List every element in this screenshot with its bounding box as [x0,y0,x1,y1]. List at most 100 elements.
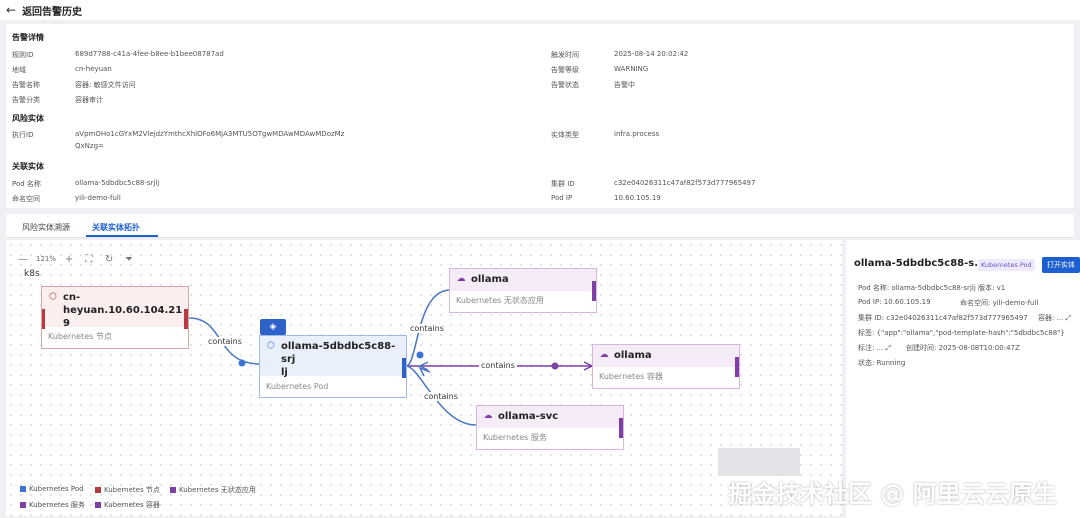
node-container-type: Kubernetes 容器 [599,372,663,381]
node-handle[interactable] [402,358,406,378]
edge-label-pod-container: contains [479,361,517,370]
legend-item: Kubernetes Pod [20,485,84,493]
exec-id-value-line1: aVpmOHo1cGYxM2VlejdzYmthcXhlOFo6MjA3MTU5… [75,130,345,138]
node-handle[interactable] [735,357,739,377]
legend-label: Kubernetes Pod [29,485,84,493]
open-entity-button[interactable]: 打开实体 [1042,257,1080,273]
zoom-level: 121% [36,255,57,263]
legend-swatch [20,502,26,508]
detail-labels: 标签: {"app":"ollama","pod-template-hash":… [858,329,1065,337]
pod-name-label: Pod 名称 [12,180,41,188]
region-value: cn-heyuan [75,65,112,73]
refresh-icon[interactable]: ↻ [102,252,116,266]
edge-label-pod-svc: contains [422,392,460,401]
node-service-type: Kubernetes 服务 [483,433,547,442]
node-service-title: ollama-svc [498,411,559,422]
legend-item: Kubernetes 容器 [95,500,160,510]
zoom-in-icon[interactable]: + [62,252,76,266]
legend-label: Kubernetes 服务 [29,501,85,509]
active-tab-indicator [86,235,158,237]
cloud-icon: ☁ [599,349,609,360]
cube-icon: ⬡ [49,291,57,302]
watermark-box [718,448,800,476]
namespace-label: 命名空间 [12,195,40,203]
entity-type-value: infra.process [614,130,660,138]
focus-icon: ◈ [260,319,286,335]
legend-label: Kubernetes 无状态应用 [179,486,256,494]
tab-bar: 风险实体溯源 关联实体拓扑 [6,214,1074,238]
zoom-out-icon[interactable]: — [16,252,30,266]
alert-details-panel: 告警详情 规则ID 689d7788-c41a-4fee-b8ee-b1bee0… [6,24,1074,208]
filter-icon[interactable]: ⏷ [122,252,136,266]
level-label: 告警等级 [551,66,579,74]
detail-cluster-id: 集群 ID: c32e04026311c47af82f573d777965497 [858,314,1028,322]
node-container[interactable]: ☁ ollama Kubernetes 容器 [592,344,740,389]
tab-risk-trace[interactable]: 风险实体溯源 [22,222,70,233]
entity-type-label: 实体类型 [551,131,579,139]
pod-name-value: ollama-5dbdbc5c88-srjlj [75,179,160,187]
node-handle[interactable] [592,281,596,301]
pod-ip-value: 10.60.105.19 [614,194,661,202]
entity-detail-title: ollama-5dbdbc5c88-s... [854,258,986,269]
node-deployment-title: ollama [471,274,509,285]
cloud-icon: ☁ [456,273,466,284]
fit-view-icon[interactable]: ⛶ [82,252,96,266]
cluster-id-label: 集群 ID [551,180,575,188]
node-pod[interactable]: ⬡ ollama-5dbdbc5c88-srj lj Kubernetes Pod [259,335,407,398]
detail-containers[interactable]: 容器: ... ⤢ [1038,313,1071,323]
cloud-icon: ☁ [483,410,493,421]
node-host-title: cn-heyuan.10.60.104.21 9 [63,292,183,329]
legend-swatch [20,486,26,492]
detail-version: 版本: v1 [978,284,1006,292]
category-label: 告警分类 [12,96,40,104]
alert-name-value: 容器: 敏感文件访问 [75,81,136,89]
exec-id-label: 执行ID [12,131,34,139]
category-value: 容器审计 [75,96,103,104]
status-value: 告警中 [614,81,635,89]
detail-namespace: 命名空间: yili-demo-full [960,299,1039,307]
section-related-title: 关联实体 [12,162,44,171]
legend-label: Kubernetes 容器 [104,501,160,509]
detail-created-at: 创建时间: 2025-08-08T10:00:47Z [906,344,1020,352]
node-deployment[interactable]: ☁ ollama Kubernetes 无状态应用 [449,268,597,313]
node-handle[interactable] [184,309,188,329]
exec-id-value-line2: QxNzg= [75,142,104,150]
legend-swatch [95,502,101,508]
node-pod-title: ollama-5dbdbc5c88-srj lj [281,341,396,378]
detail-pod-ip: Pod IP: 10.60.105.19 [858,298,931,306]
legend-label: Kubernetes 节点 [104,486,160,494]
detail-status: 状态: Running [858,359,906,367]
node-rail [42,309,45,329]
detail-annotations[interactable]: 标注: ... ⤢ [858,343,891,353]
legend-swatch [170,487,176,493]
node-handle[interactable] [619,418,623,438]
section-alert-title: 告警详情 [12,33,44,42]
detail-pod-name: Pod 名称: ollama-5dbdbc5c88-srjlj [858,284,976,292]
pod-ip-label: Pod IP [551,194,573,202]
alert-name-label: 告警名称 [12,81,40,89]
node-pod-type: Kubernetes Pod [266,382,329,391]
rule-id-value: 689d7788-c41a-4fee-b8ee-b1bee08787ad [75,50,224,58]
arrow-left-icon[interactable]: ← [6,3,16,17]
entity-type-badge: Kubernetes Pod [978,259,1035,271]
legend-item: Kubernetes 节点 [95,485,160,495]
namespace-value: yili-demo-full [75,194,121,202]
node-service[interactable]: ☁ ollama-svc Kubernetes 服务 [476,405,624,450]
top-bar: ← 返回告警历史 [0,0,1080,20]
node-host[interactable]: ⬡ cn-heyuan.10.60.104.21 9 Kubernetes 节点 [41,286,189,349]
node-container-title: ollama [614,350,652,361]
status-label: 告警状态 [551,81,579,89]
legend-item: Kubernetes 服务 [20,500,85,510]
trigger-time-value: 2025-08-14 20:02:42 [614,50,689,58]
edge-label-host-pod: contains [206,337,244,346]
back-to-alert-history-link[interactable]: 返回告警历史 [22,3,82,18]
level-value: WARNING [614,65,649,73]
cluster-id-value: c32e04026311c47af82f573d777965497 [614,179,756,187]
legend-swatch [95,487,101,493]
group-label: k8s [24,269,40,279]
rule-id-label: 规则ID [12,51,34,59]
edge-label-pod-deploy: contains [408,324,446,333]
cube-icon: ⬡ [267,340,275,351]
canvas-toolbar: — 121% + ⛶ ↻ ⏷ [16,250,142,268]
tab-related-topology[interactable]: 关联实体拓扑 [92,222,140,233]
